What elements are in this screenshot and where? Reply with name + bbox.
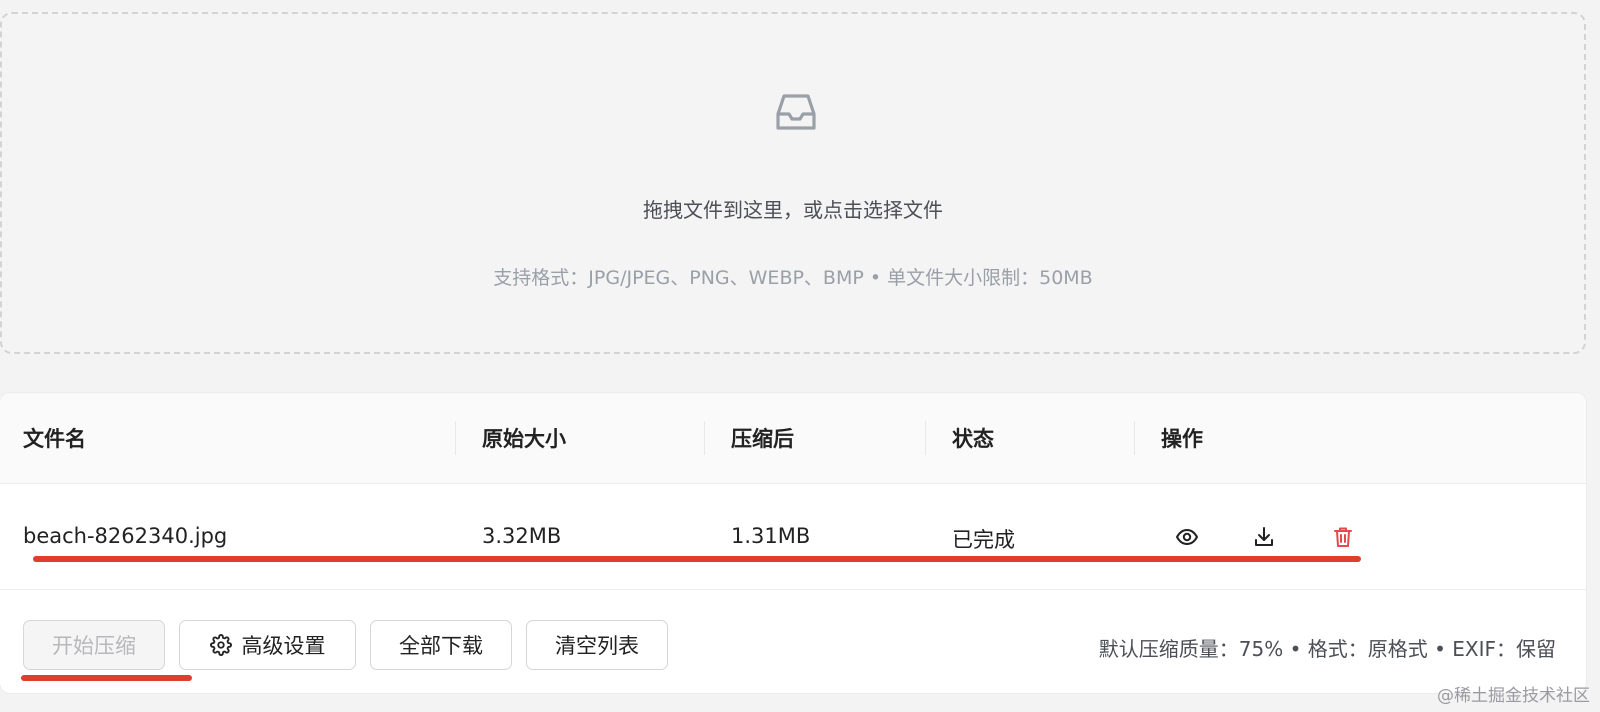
eye-icon[interactable] — [1174, 524, 1200, 550]
column-divider — [925, 421, 926, 455]
download-all-button[interactable]: 全部下载 — [370, 620, 512, 670]
upload-dropzone[interactable]: 拖拽文件到这里，或点击选择文件 支持格式：JPG/JPEG、PNG、WEBP、B… — [0, 12, 1586, 354]
start-button-highlight-underline — [21, 675, 192, 681]
start-compress-label: 开始压缩 — [52, 634, 136, 658]
file-list-panel: 文件名 原始大小 压缩后 状态 操作 beach-8262340.jpg 3.3… — [0, 393, 1586, 693]
advanced-settings-button[interactable]: 高级设置 — [179, 620, 356, 670]
table-header: 文件名 原始大小 压缩后 状态 操作 — [0, 393, 1586, 484]
clear-list-button[interactable]: 清空列表 — [526, 620, 668, 670]
column-header-actions: 操作 — [1161, 427, 1203, 451]
inbox-icon — [776, 94, 816, 130]
compression-settings-summary: 默认压缩质量：75% • 格式：原格式 • EXIF：保留 — [1098, 637, 1556, 661]
cell-status: 已完成 — [952, 528, 1015, 552]
table-row: beach-8262340.jpg 3.32MB 1.31MB 已完成 — [0, 484, 1586, 590]
column-divider — [455, 421, 456, 455]
download-icon[interactable] — [1251, 524, 1277, 550]
cell-original-size: 3.32MB — [482, 524, 562, 548]
action-bar: 开始压缩 高级设置 全部下载 清空列表 默认压缩质量：75% • 格式：原格式 … — [0, 590, 1586, 693]
column-divider — [1134, 421, 1135, 455]
column-header-filename: 文件名 — [23, 427, 86, 451]
column-divider — [704, 421, 705, 455]
trash-icon[interactable] — [1330, 524, 1356, 550]
advanced-settings-label: 高级设置 — [241, 634, 326, 658]
row-highlight-underline — [33, 556, 1361, 562]
gear-icon — [209, 634, 232, 656]
dropzone-hint-text: 支持格式：JPG/JPEG、PNG、WEBP、BMP • 单文件大小限制：50M… — [493, 267, 1093, 289]
dropzone-main-text: 拖拽文件到这里，或点击选择文件 — [643, 198, 943, 222]
clear-list-label: 清空列表 — [555, 634, 639, 658]
download-all-label: 全部下载 — [399, 634, 483, 658]
start-compress-button[interactable]: 开始压缩 — [23, 620, 165, 670]
watermark: @稀土掘金技术社区 — [1437, 686, 1590, 706]
column-header-status: 状态 — [952, 427, 994, 451]
column-header-original-size: 原始大小 — [482, 427, 566, 451]
cell-compressed-size: 1.31MB — [731, 524, 811, 548]
cell-filename: beach-8262340.jpg — [23, 524, 228, 548]
column-header-compressed-size: 压缩后 — [731, 427, 794, 451]
